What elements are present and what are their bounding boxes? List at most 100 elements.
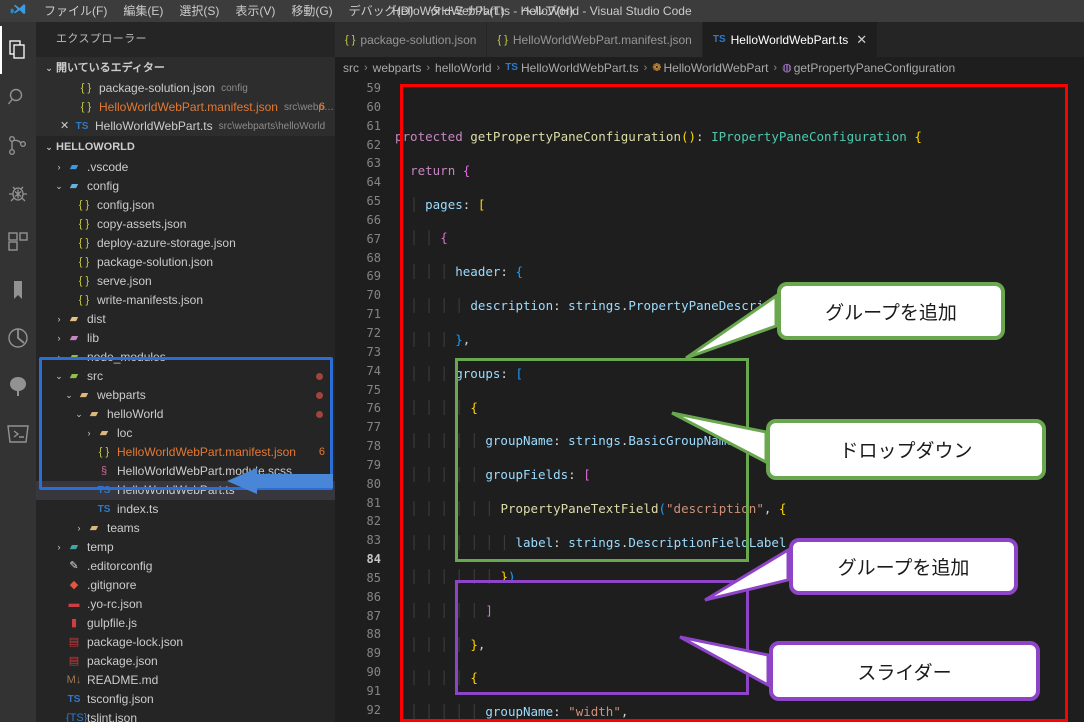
open-editor-name: HelloWorldWebPart.ts: [95, 119, 213, 133]
line-number: 74: [366, 363, 381, 378]
open-editors-header[interactable]: ⌄ 開いているエディター: [36, 57, 335, 79]
source-control-icon[interactable]: [0, 122, 36, 170]
tree-folder-loc[interactable]: › ▰ loc: [36, 424, 335, 443]
code-line: return {: [410, 162, 471, 178]
tree-folder-teams[interactable]: › ▰ teams: [36, 519, 335, 538]
modified-dot-icon: [316, 411, 323, 418]
callout-add-group-2: グループを追加: [789, 538, 1018, 595]
line-number: 90: [366, 665, 381, 680]
line-number: 59: [366, 81, 381, 95]
search-icon[interactable]: [0, 74, 36, 122]
json-icon: { }: [80, 82, 92, 94]
tree-folder-lib[interactable]: › ▰ lib: [36, 329, 335, 348]
line-number: 85: [366, 570, 381, 585]
menu-debug[interactable]: デバッグ(D): [341, 0, 422, 22]
menu-file[interactable]: ファイル(F): [36, 0, 115, 22]
explorer-sidebar: エクスプローラー ⌄ 開いているエディター { } package-soluti…: [36, 22, 335, 722]
tree-file-deploy-azure-storage-json[interactable]: { } deploy-azure-storage.json: [36, 234, 335, 253]
chevron-right-icon: ›: [57, 542, 61, 552]
tree-file--editorconfig[interactable]: ✎ .editorconfig: [36, 557, 335, 576]
tree-file--gitignore[interactable]: ◆ .gitignore: [36, 576, 335, 595]
gulp-icon: ▮: [70, 617, 78, 629]
folder-dist-icon: ▰: [69, 313, 79, 325]
line-number: 86: [366, 589, 381, 604]
tab-manifest-json[interactable]: { } HelloWorldWebPart.manifest.json: [487, 22, 703, 57]
file-tree: › ▰ .vscode ⌄ ▰ config { } config.json { } copy-a…: [36, 158, 335, 722]
tree-item-label: HelloWorldWebPart.manifest.json: [117, 445, 296, 459]
tree-folder-dist[interactable]: › ▰ dist: [36, 310, 335, 329]
tree-file-write-manifests-json[interactable]: { } write-manifests.json: [36, 291, 335, 310]
tree-file-tslint-json[interactable]: {TS} tslint.json: [36, 709, 335, 722]
tree-file-package-solution-json[interactable]: { } package-solution.json: [36, 253, 335, 272]
tree-file-index-ts[interactable]: TS index.ts: [36, 500, 335, 519]
workspace-header[interactable]: ⌄ HELLOWORLD: [36, 136, 335, 158]
breadcrumb-method[interactable]: getPropertyPaneConfiguration: [794, 57, 955, 79]
tab-package-solution-json[interactable]: { } package-solution.json: [335, 22, 488, 57]
open-editor-item[interactable]: { } HelloWorldWebPart.manifest.json src\…: [36, 98, 335, 117]
line-number: 63: [366, 156, 381, 171]
tree-item-label: package-lock.json: [87, 635, 184, 649]
folder-icon: ▰: [89, 408, 99, 420]
json-icon: { }: [80, 101, 92, 113]
menu-view[interactable]: 表示(V): [227, 0, 283, 22]
terminal-icon[interactable]: [0, 410, 36, 458]
tree-file-readme-md[interactable]: M↓ README.md: [36, 671, 335, 690]
tree-file-helloworldwebpart-manifest-json[interactable]: { } HelloWorldWebPart.manifest.json 6: [36, 443, 335, 462]
code-viewport[interactable]: 59 60 61 62 63 64 65 66 67 68 69 70 71 72 73 74 75 76 77 78…: [335, 79, 1084, 722]
menu-go[interactable]: 移動(G): [283, 0, 340, 22]
tree-folder-src[interactable]: ⌄ ▰ src: [36, 367, 335, 386]
folder-lib-icon: ▰: [69, 332, 79, 344]
bookmark-icon[interactable]: [0, 266, 36, 314]
breadcrumb-class[interactable]: HelloWorldWebPart: [663, 57, 768, 79]
close-icon[interactable]: ✕: [856, 32, 867, 48]
editor-tabs: { } package-solution.json { } HelloWorld…: [335, 22, 1084, 57]
explorer-icon[interactable]: [0, 26, 36, 74]
tree-folder-webparts[interactable]: ⌄ ▰ webparts: [36, 386, 335, 405]
tree-file-helloworldwebpart-module-scss[interactable]: § HelloWorldWebPart.module.scss: [36, 462, 335, 481]
open-editor-name: package-solution.json: [99, 81, 216, 95]
open-editor-item[interactable]: { } package-solution.json config: [36, 79, 335, 98]
breadcrumb-src[interactable]: src: [343, 57, 359, 79]
tab-helloworldwebpart-ts[interactable]: TS HelloWorldWebPart.ts ✕: [702, 22, 879, 57]
tree-file-package-json[interactable]: ▤ package.json: [36, 652, 335, 671]
breadcrumb-helloworld[interactable]: helloWorld: [435, 57, 491, 79]
chevron-down-icon: ⌄: [75, 409, 83, 419]
test-icon[interactable]: [0, 314, 36, 362]
menu-edit[interactable]: 編集(E): [115, 0, 171, 22]
tree-file-copy-assets-json[interactable]: { } copy-assets.json: [36, 215, 335, 234]
debug-icon[interactable]: [0, 170, 36, 218]
close-icon[interactable]: ✕: [60, 117, 74, 136]
tree-file-config-json[interactable]: { } config.json: [36, 196, 335, 215]
chevron-down-icon: ⌄: [45, 63, 53, 73]
tree-file-serve-json[interactable]: { } serve.json: [36, 272, 335, 291]
breadcrumb-file[interactable]: HelloWorldWebPart.ts: [521, 57, 639, 79]
extensions-icon[interactable]: [0, 218, 36, 266]
folder-icon: ▰: [99, 427, 109, 439]
tree-folder--vscode[interactable]: › ▰ .vscode: [36, 158, 335, 177]
tree-file-tsconfig-json[interactable]: TS tsconfig.json: [36, 690, 335, 709]
chevron-down-icon: ⌄: [65, 390, 73, 400]
tree-folder-helloworld[interactable]: ⌄ ▰ helloWorld: [36, 405, 335, 424]
tree-folder-temp[interactable]: › ▰ temp: [36, 538, 335, 557]
json-icon: { }: [78, 237, 90, 249]
chevron-right-icon: ›: [87, 428, 91, 438]
tree-item-label: HelloWorldWebPart.module.scss: [117, 464, 292, 478]
tree-file-package-lock-json[interactable]: ▤ package-lock.json: [36, 633, 335, 652]
code-content[interactable]: protected getPropertyPaneConfiguration()…: [395, 79, 1084, 722]
azure-icon[interactable]: [0, 362, 36, 410]
json-icon: { }: [78, 294, 90, 306]
menu-bar[interactable]: ファイル(F) 編集(E) 選択(S) 表示(V) 移動(G) デバッグ(D) …: [36, 0, 581, 22]
tree-file--yo-rc-json[interactable]: ▬ .yo-rc.json: [36, 595, 335, 614]
menu-help[interactable]: ヘルプ(H): [513, 0, 582, 22]
tree-folder-node-modules[interactable]: › ▰ node_modules: [36, 348, 335, 367]
breadcrumb-webparts[interactable]: webparts: [373, 57, 422, 79]
menu-selection[interactable]: 選択(S): [171, 0, 227, 22]
tree-file-helloworldwebpart-ts[interactable]: TS HelloWorldWebPart.ts: [36, 481, 335, 500]
code-line: │ │ │ groups: [: [410, 365, 523, 381]
ts-icon: TS: [97, 485, 111, 496]
code-line: │ │ │ │ │ │ PropertyPaneTextField("descr…: [410, 501, 787, 517]
open-editor-item[interactable]: ✕ TS HelloWorldWebPart.ts src\webparts\h…: [36, 117, 335, 136]
tree-folder-config[interactable]: ⌄ ▰ config: [36, 177, 335, 196]
tree-file-gulpfile-js[interactable]: ▮ gulpfile.js: [36, 614, 335, 633]
menu-terminal[interactable]: ターミナル(T): [421, 0, 512, 22]
